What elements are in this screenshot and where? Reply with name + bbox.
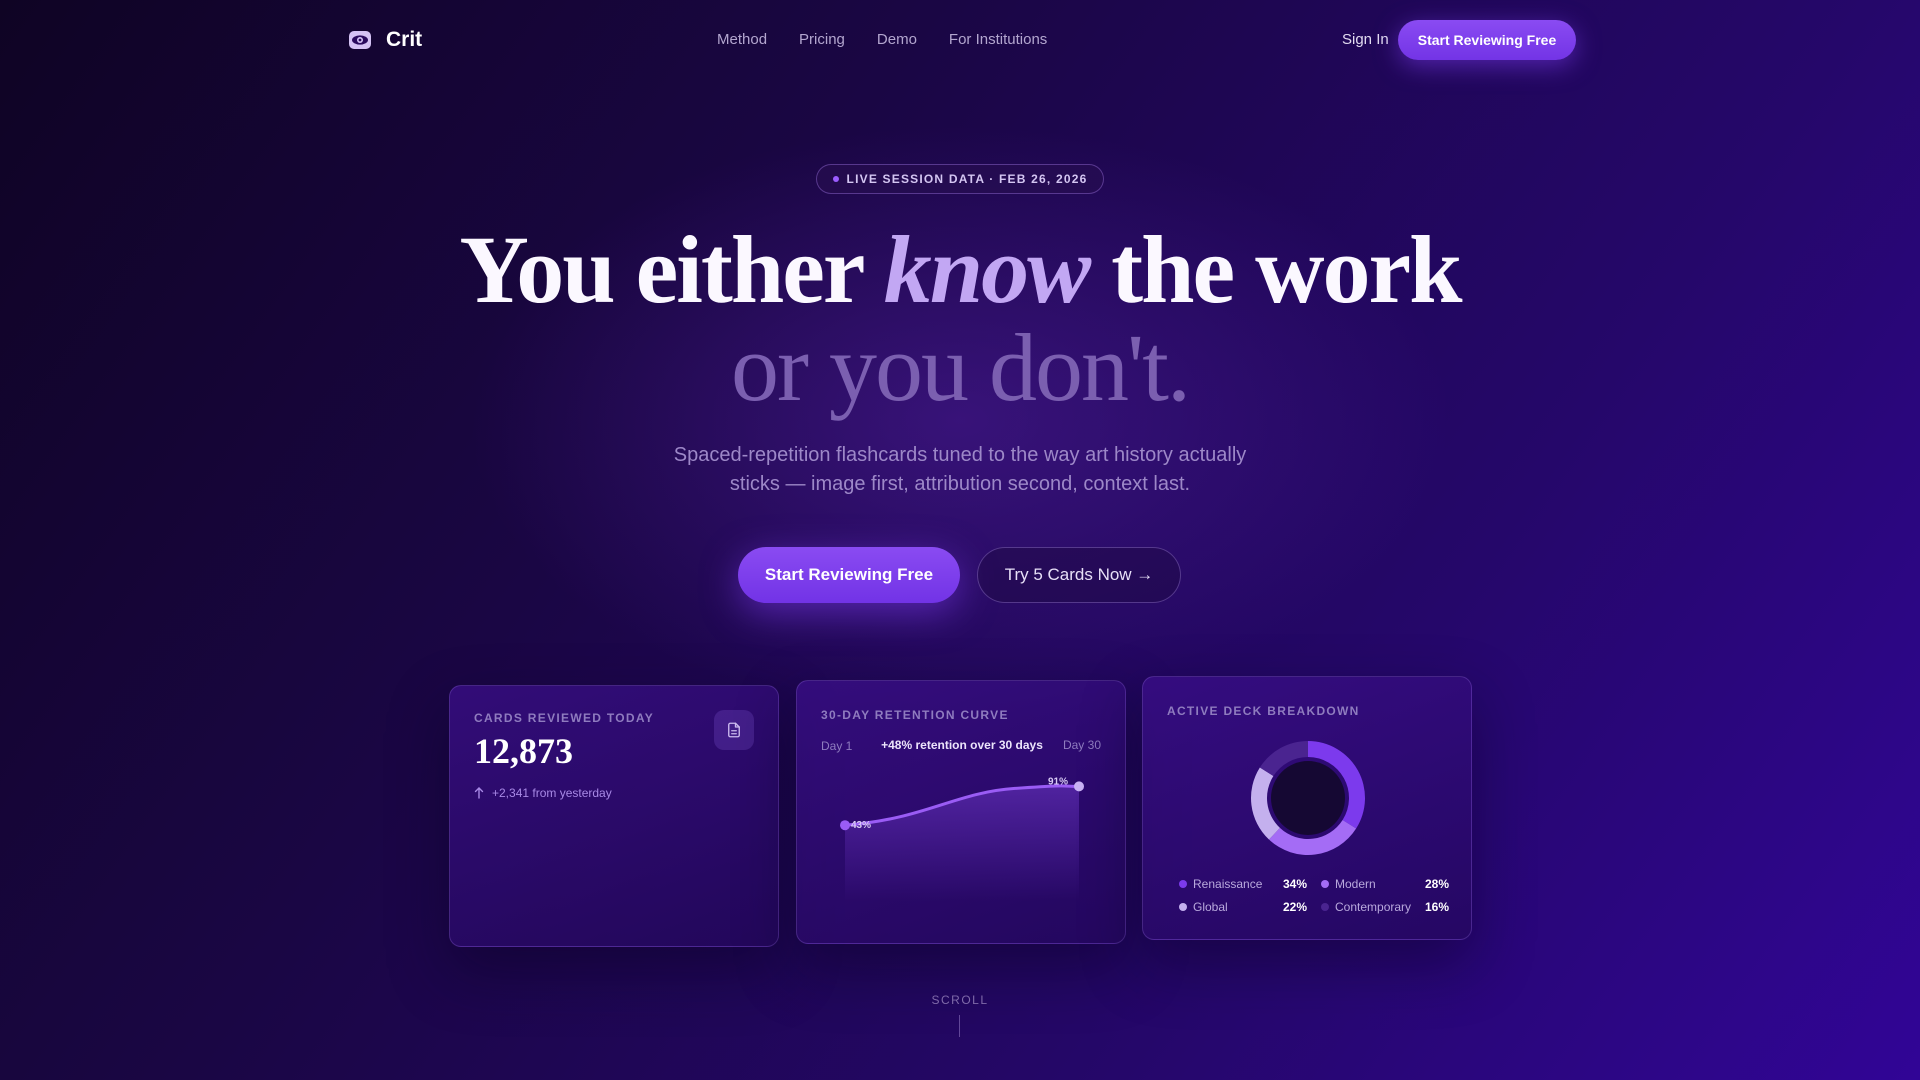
legend-item-renaissance: Renaissance 34% — [1179, 877, 1307, 891]
legend-value: 34% — [1282, 877, 1307, 891]
legend-item-contemporary: Contemporary 16% — [1321, 900, 1449, 914]
nav-link-pricing[interactable]: Pricing — [799, 31, 845, 48]
card-label: 30-DAY RETENTION CURVE — [821, 708, 1009, 722]
nav-link-method[interactable]: Method — [717, 31, 767, 48]
legend-key: Renaissance — [1179, 877, 1262, 891]
legend-row: Renaissance 34% Modern 28% — [1179, 877, 1449, 891]
deck-legend: Renaissance 34% Modern 28% Global 22% Co… — [1179, 877, 1449, 923]
deck-donut-chart — [1251, 741, 1365, 855]
scroll-indicator-line — [959, 1015, 960, 1037]
legend-item-global: Global 22% — [1179, 900, 1307, 914]
scroll-hint: SCROLL — [931, 993, 989, 1007]
brand-logo[interactable]: Crit — [348, 28, 422, 52]
legend-dot — [1321, 880, 1329, 888]
hero-headline-line2: or you don't. — [731, 314, 1191, 421]
retention-line-chart: 43% 91% — [840, 776, 1084, 901]
nav-links: Method Pricing Demo For Institutions — [717, 31, 1047, 48]
legend-name: Contemporary — [1335, 900, 1412, 914]
headline-after: the work — [1089, 216, 1462, 323]
live-session-badge: LIVE SESSION DATA · FEB 26, 2026 — [816, 164, 1104, 194]
card-label: CARDS REVIEWED TODAY — [474, 711, 655, 725]
deck-breakdown-card: ACTIVE DECK BREAKDOWN Renaissance 34% Mo… — [1142, 676, 1472, 940]
retention-point-end — [1074, 781, 1084, 792]
retention-curve-card: 30-DAY RETENTION CURVE Day 1 +48% retent… — [796, 680, 1126, 944]
eye-logo-icon — [349, 31, 371, 49]
legend-dot — [1321, 903, 1329, 911]
nav-link-institutions[interactable]: For Institutions — [949, 31, 1047, 48]
legend-key: Contemporary — [1321, 900, 1411, 914]
legend-name: Modern — [1335, 877, 1376, 891]
legend-item-modern: Modern 28% — [1321, 877, 1449, 891]
legend-key: Modern — [1321, 877, 1376, 891]
start-reviewing-button[interactable]: Start Reviewing Free — [738, 547, 960, 603]
donut-hole — [1271, 761, 1345, 835]
retention-point-start — [840, 820, 850, 831]
document-icon — [728, 722, 740, 738]
live-dot-icon — [832, 176, 839, 182]
day-end-label: Day 30 — [1062, 738, 1101, 752]
card-label: ACTIVE DECK BREAKDOWN — [1167, 704, 1360, 718]
sign-in-link[interactable]: Sign In — [1342, 31, 1389, 48]
retention-area — [845, 785, 1079, 901]
arrow-up-icon — [474, 787, 484, 799]
cards-reviewed-value: 12,873 — [474, 731, 573, 771]
retention-label-end: 91% — [1048, 776, 1068, 787]
delta-row: +2,341 from yesterday — [474, 786, 612, 800]
retention-label-start: 43% — [851, 820, 871, 831]
delta-text: +2,341 from yesterday — [492, 786, 612, 800]
legend-row: Global 22% Contemporary 16% — [1179, 900, 1449, 914]
legend-value: 22% — [1282, 900, 1307, 914]
top-nav: Crit Method Pricing Demo For Institution… — [0, 0, 1920, 80]
hero-subtitle: Spaced-repetition flashcards tuned to th… — [673, 444, 1247, 495]
try-cards-button[interactable]: Try 5 Cards Now → — [977, 547, 1181, 603]
nav-link-demo[interactable]: Demo — [877, 31, 917, 48]
document-button[interactable] — [714, 710, 754, 750]
legend-dot — [1179, 903, 1187, 911]
cards-reviewed-card: CARDS REVIEWED TODAY 12,873 +2,341 from … — [449, 685, 779, 947]
legend-key: Global — [1179, 900, 1228, 914]
headline-emphasis: know — [883, 216, 1091, 323]
headline-before: You either — [459, 216, 884, 323]
legend-name: Global — [1193, 900, 1228, 914]
legend-dot — [1179, 880, 1187, 888]
legend-name: Renaissance — [1193, 877, 1263, 891]
legend-value: 16% — [1424, 900, 1449, 914]
brand-name: Crit — [386, 28, 423, 51]
hero-headline: You either know the work — [0, 222, 1920, 318]
nav-start-reviewing-button[interactable]: Start Reviewing Free — [1398, 20, 1576, 60]
legend-value: 28% — [1424, 877, 1449, 891]
badge-text: LIVE SESSION DATA · FEB 26, 2026 — [846, 172, 1088, 186]
